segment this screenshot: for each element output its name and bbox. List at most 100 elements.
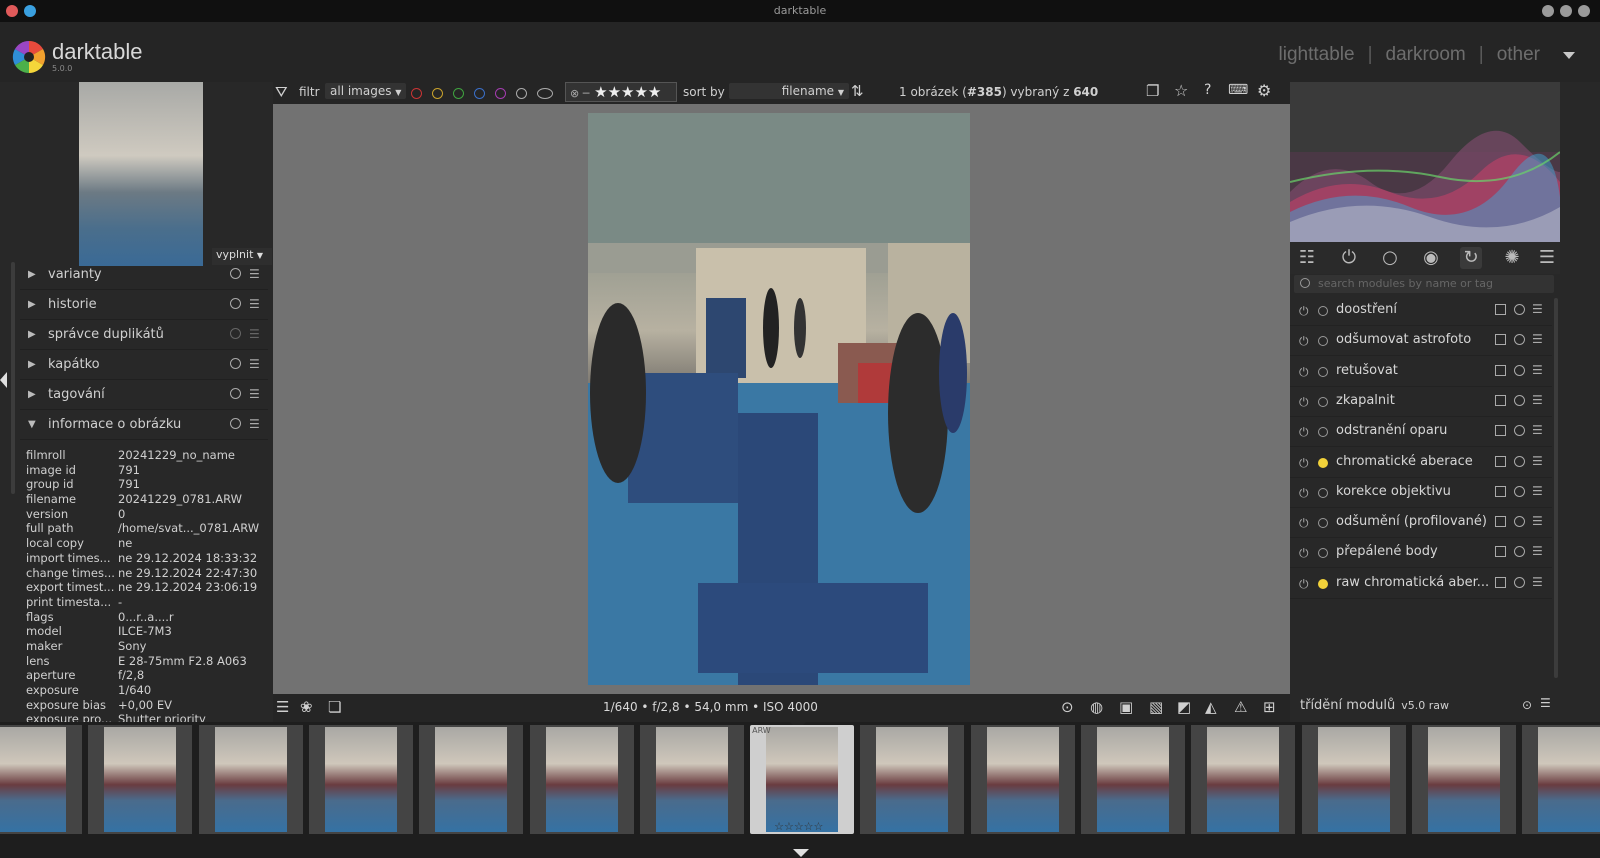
filmstrip-thumbnail[interactable] — [419, 725, 524, 834]
filmstrip-thumbnail[interactable]: ARW ☆☆☆☆☆ — [750, 725, 855, 834]
thumbnail-rating-stars[interactable]: ☆☆☆☆☆ — [774, 820, 823, 833]
module-reset-icon[interactable] — [1514, 455, 1525, 467]
styles-icon[interactable]: ❀ — [300, 698, 313, 716]
active-modules-power-icon[interactable]: ⏻ — [1338, 247, 1360, 269]
reset-icon[interactable] — [230, 328, 241, 339]
filmstrip-thumbnail[interactable] — [970, 725, 1075, 834]
presets-menu-icon[interactable]: ☰ — [249, 417, 260, 431]
module-image-information[interactable]: ▼ informace o obrázku ☰ — [20, 410, 268, 440]
preferences-gear-icon[interactable]: ⚙ — [1257, 81, 1271, 100]
reset-icon[interactable] — [230, 268, 241, 279]
processing-module[interactable]: ⏻ chromatické aberace ☰ — [1290, 448, 1552, 478]
second-window-icon[interactable]: ❏ — [328, 698, 341, 716]
help-icon[interactable]: ? — [1204, 82, 1211, 98]
reset-icon[interactable] — [230, 298, 241, 309]
maximize-button[interactable] — [1560, 5, 1572, 17]
processing-module[interactable]: ⏻ doostření ☰ — [1290, 296, 1552, 326]
processing-module[interactable]: ⏻ zkapalnit ☰ — [1290, 387, 1552, 417]
navigation-preview[interactable] — [79, 82, 203, 266]
module-color-picker[interactable]: ▶ kapátko ☰ — [20, 350, 268, 380]
module-reset-icon[interactable] — [1514, 516, 1525, 528]
sort-order-icon[interactable]: ⇅ — [851, 82, 864, 100]
correct-modules-icon[interactable]: ↻ — [1460, 247, 1482, 269]
close-button[interactable] — [1578, 5, 1590, 17]
reset-icon[interactable] — [230, 418, 241, 429]
presets-menu-icon[interactable]: ☰ — [249, 327, 260, 341]
clipping-indicator-icon[interactable]: ▧ — [1149, 698, 1163, 716]
presets-menu-icon[interactable]: ☰ — [249, 357, 260, 371]
module-power-icon[interactable]: ⏻ — [1299, 425, 1309, 440]
filmstrip-thumbnail[interactable] — [860, 725, 965, 834]
effects-modules-icon[interactable]: ✺ — [1501, 247, 1523, 269]
module-power-icon[interactable]: ⏻ — [1299, 334, 1309, 349]
module-instance-icon[interactable] — [1495, 485, 1506, 497]
module-presets-icon[interactable]: ☰ — [1532, 302, 1543, 316]
module-presets-icon[interactable]: ☰ — [1532, 454, 1543, 468]
color-modules-icon[interactable]: ◉ — [1420, 247, 1442, 269]
warning-icon[interactable]: ⚠ — [1234, 698, 1247, 716]
module-reset-icon[interactable] — [1514, 546, 1525, 558]
module-order-presets-icon[interactable]: ☰ — [1540, 696, 1551, 710]
module-presets-icon[interactable]: ☰ — [1532, 393, 1543, 407]
color-assessment-icon[interactable]: ◍ — [1090, 698, 1103, 716]
filmstrip-thumbnail[interactable] — [198, 725, 303, 834]
presets-menu-icon[interactable]: ☰ — [249, 267, 260, 281]
filmstrip-thumbnail[interactable] — [0, 725, 82, 834]
module-presets-icon[interactable]: ☰ — [1532, 514, 1543, 528]
module-instance-icon[interactable] — [1495, 364, 1506, 376]
module-instance-icon[interactable] — [1495, 455, 1506, 467]
module-historie[interactable]: ▶ historie ☰ — [20, 290, 268, 320]
left-panel-scrollbar[interactable] — [11, 262, 15, 494]
presets-menu-icon[interactable]: ☰ — [249, 387, 260, 401]
keyboard-shortcuts-icon[interactable]: ⌨ — [1228, 82, 1248, 98]
module-duplicate-manager[interactable]: ▶ správce duplikátů ☰ — [20, 320, 268, 350]
raw-overexposed-icon[interactable]: ▣ — [1119, 698, 1133, 716]
module-groups-menu-icon[interactable]: ☰ — [1536, 247, 1558, 269]
module-order-reset-icon[interactable]: ⊙ — [1522, 698, 1532, 712]
rating-filter[interactable]: ⊗ ─ ★★★★★ — [565, 82, 677, 102]
module-instance-icon[interactable] — [1495, 425, 1506, 437]
filmstrip-thumbnail[interactable] — [639, 725, 744, 834]
right-panel-scrollbar[interactable] — [1554, 298, 1558, 678]
base-modules-circle-icon[interactable]: ○ — [1379, 247, 1401, 269]
module-reset-icon[interactable] — [1514, 334, 1525, 346]
presets-menu-icon[interactable]: ☰ — [249, 297, 260, 311]
focus-peaking-icon[interactable]: ⊙ — [1061, 698, 1074, 716]
module-power-icon[interactable]: ⏻ — [1299, 365, 1309, 380]
reset-icon[interactable] — [230, 388, 241, 399]
filmstrip-thumbnail[interactable] — [529, 725, 634, 834]
module-reset-icon[interactable] — [1514, 485, 1525, 497]
color-label-operator-icon[interactable] — [537, 88, 553, 99]
processing-module[interactable]: ⏻ raw chromatická aber... ☰ — [1290, 569, 1552, 599]
color-label-yellow-icon[interactable] — [432, 88, 443, 99]
module-presets-icon[interactable]: ☰ — [1532, 544, 1543, 558]
filmstrip-thumbnail[interactable] — [1411, 725, 1516, 834]
module-reset-icon[interactable] — [1514, 425, 1525, 437]
rating-reject-icon[interactable]: ⊗ ─ — [570, 87, 589, 100]
processing-module[interactable]: ⏻ odšumovat astrofoto ☰ — [1290, 326, 1552, 357]
color-label-blue-icon[interactable] — [474, 88, 485, 99]
module-power-icon[interactable]: ⏻ — [1299, 546, 1309, 561]
module-tagging[interactable]: ▶ tagování ☰ — [20, 380, 268, 410]
module-instance-icon[interactable] — [1495, 304, 1506, 315]
quick-access-panel-icon[interactable]: ☷ — [1296, 247, 1318, 269]
color-label-green-icon[interactable] — [453, 88, 464, 99]
filter-funnel-icon[interactable]: ⛛ — [275, 83, 288, 101]
processing-module[interactable]: ⏻ přepálené body ☰ — [1290, 538, 1552, 569]
filmstrip-thumbnail[interactable] — [1301, 725, 1406, 834]
module-reset-icon[interactable] — [1514, 364, 1525, 376]
views-dropdown-chevron-icon[interactable] — [1563, 52, 1575, 59]
module-presets-icon[interactable]: ☰ — [1532, 332, 1543, 346]
minimize-button[interactable] — [1542, 5, 1554, 17]
module-instance-icon[interactable] — [1495, 576, 1506, 588]
module-reset-icon[interactable] — [1514, 576, 1525, 588]
filter-select[interactable]: all images ▼ — [325, 83, 407, 99]
module-search-input[interactable]: search modules by name or tag — [1294, 275, 1554, 293]
module-power-icon[interactable]: ⏻ — [1299, 486, 1309, 501]
color-label-purple-icon[interactable] — [495, 88, 506, 99]
histogram[interactable] — [1290, 82, 1560, 242]
view-darkroom-link[interactable]: darkroom — [1386, 44, 1466, 65]
module-presets-icon[interactable]: ☰ — [1532, 575, 1543, 589]
filmstrip-thumbnail[interactable] — [308, 725, 413, 834]
guides-grid-icon[interactable]: ⊞ — [1263, 698, 1276, 716]
